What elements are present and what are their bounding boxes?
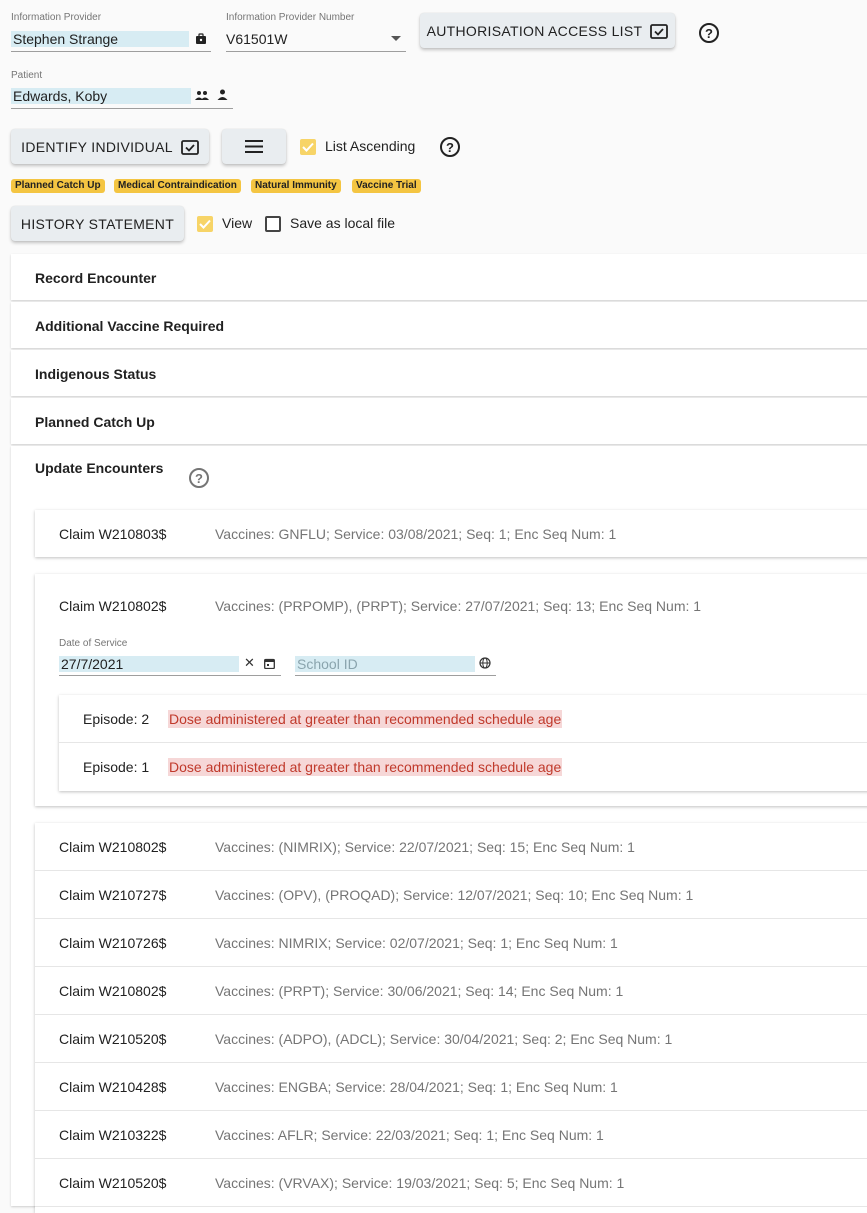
identify-individual-button[interactable]: IDENTIFY INDIVIDUAL [11, 129, 209, 164]
episode-row: Episode: 1 Dose administered at greater … [59, 743, 867, 791]
list-ascending-checkbox[interactable] [300, 139, 316, 155]
claim-row[interactable]: Claim W210428$ Vaccines: ENGBA; Service:… [35, 1063, 867, 1111]
panel-title[interactable]: Update Encounters [35, 460, 163, 476]
date-of-service-field[interactable]: 27/7/2021 ✕ [59, 653, 281, 676]
episode-list: Episode: 2 Dose administered at greater … [59, 695, 867, 791]
claim-row[interactable]: Claim W210802$ Vaccines: (NIMRIX); Servi… [35, 823, 867, 871]
provider-label: Information Provider [11, 12, 102, 23]
save-local-checkbox[interactable] [265, 216, 281, 232]
episode-label: Episode: 1 [83, 759, 150, 775]
claim-description: Vaccines: NIMRIX; Service: 02/07/2021; S… [215, 935, 618, 951]
provider-field[interactable]: Stephen Strange [11, 28, 211, 52]
history-statement-button[interactable]: HISTORY STATEMENT [11, 206, 184, 241]
date-of-service-value: 27/7/2021 [59, 656, 239, 672]
dropdown-arrow-icon[interactable] [391, 36, 401, 42]
group-icon[interactable] [195, 90, 209, 100]
panel-additional-vaccine[interactable]: Additional Vaccine Required [11, 302, 867, 348]
calendar-icon[interactable] [264, 658, 275, 669]
provider-value: Stephen Strange [11, 31, 189, 47]
authorisation-access-list-button[interactable]: AUTHORISATION ACCESS LIST [420, 13, 675, 48]
list-ascending-label: List Ascending [325, 138, 416, 154]
episode-label: Episode: 2 [83, 711, 150, 727]
claim-id: Claim W210727$ [59, 887, 167, 903]
claim-card-expanded: Claim W210802$ Vaccines: (PRPOMP), (PRPT… [35, 574, 867, 806]
claim-description: Vaccines: AFLR; Service: 22/03/2021; Seq… [215, 1127, 604, 1143]
check-icon [199, 219, 211, 229]
claim-id: Claim W210520$ [59, 1175, 167, 1191]
claim-card[interactable]: Claim W210803$ Vaccines: GNFLU; Service:… [35, 510, 867, 557]
panel-indigenous-status[interactable]: Indigenous Status [11, 350, 867, 396]
claim-row[interactable]: Claim W210726$ Vaccines: NIMRIX; Service… [35, 919, 867, 967]
claim-description: Vaccines: (PRPT); Service: 30/06/2021; S… [215, 983, 624, 999]
claim-id: Claim W210322$ [59, 1127, 167, 1143]
globe-icon[interactable] [479, 657, 491, 669]
school-id-placeholder: School ID [295, 656, 475, 672]
claim-row[interactable]: Claim W210520$ Vaccines: (ADPO), (ADCL);… [35, 1015, 867, 1063]
claim-description: Vaccines: ENGBA; Service: 28/04/2021; Se… [215, 1079, 618, 1095]
menu-button[interactable] [222, 129, 286, 164]
claim-id[interactable]: Claim W210802$ [59, 598, 166, 614]
panel-planned-catch-up[interactable]: Planned Catch Up [11, 398, 867, 444]
view-checkbox[interactable] [197, 216, 213, 232]
claim-id: Claim W210802$ [59, 983, 167, 999]
tag-medical-contraindication: Medical Contraindication [114, 179, 241, 193]
history-statement-label: HISTORY STATEMENT [20, 215, 175, 232]
patient-value: Edwards, Koby [11, 88, 191, 104]
calendar-check-icon [180, 139, 199, 155]
provider-number-value: V61501W [226, 31, 288, 47]
save-local-label: Save as local file [290, 215, 396, 231]
briefcase-icon[interactable] [195, 33, 207, 45]
tag-vaccine-trial: Vaccine Trial [352, 179, 421, 193]
claim-description: Vaccines: GNFLU; Service: 03/08/2021; Se… [215, 526, 617, 542]
provider-number-select[interactable]: V61501W [226, 28, 406, 52]
authorisation-access-list-label: AUTHORISATION ACCESS LIST [426, 22, 643, 39]
school-id-field[interactable]: School ID [295, 653, 496, 676]
person-icon[interactable] [217, 89, 228, 100]
patient-field[interactable]: Edwards, Koby [11, 85, 233, 109]
panel-title: Record Encounter [35, 270, 157, 286]
panel-title: Additional Vaccine Required [35, 318, 225, 334]
help-icon[interactable]: ? [440, 137, 460, 157]
check-icon [302, 142, 314, 152]
claim-id: Claim W210726$ [59, 935, 167, 951]
provider-number-label: Information Provider Number [226, 12, 355, 23]
claim-description: Vaccines: (PRPOMP), (PRPT); Service: 27/… [215, 598, 702, 614]
claim-description: Vaccines: (NIMRIX); Service: 22/07/2021;… [215, 839, 635, 855]
claim-id: Claim W210802$ [59, 839, 167, 855]
claim-description: Vaccines: (VRVAX); Service: 19/03/2021; … [215, 1175, 625, 1191]
claim-row[interactable]: Claim W210322$ Vaccines: AFLR; Service: … [35, 1111, 867, 1159]
claim-row[interactable]: Claim W210727$ Vaccines: (OPV), (PROQAD)… [35, 871, 867, 919]
claim-description: Vaccines: (OPV), (PROQAD); Service: 12/0… [215, 887, 694, 903]
help-icon[interactable]: ? [699, 23, 719, 43]
tag-natural-immunity: Natural Immunity [251, 179, 341, 193]
claim-description: Vaccines: (ADPO), (ADCL); Service: 30/04… [215, 1031, 673, 1047]
help-icon[interactable]: ? [189, 468, 209, 488]
panel-record-encounter[interactable]: Record Encounter [11, 254, 867, 300]
panel-title: Indigenous Status [35, 366, 157, 382]
claim-id: Claim W210428$ [59, 1079, 167, 1095]
patient-label: Patient [11, 70, 43, 81]
episode-message: Dose administered at greater than recomm… [168, 710, 563, 728]
clear-icon[interactable]: ✕ [244, 655, 255, 671]
episode-row: Episode: 2 Dose administered at greater … [59, 695, 867, 743]
tag-planned-catch-up: Planned Catch Up [11, 179, 105, 193]
claim-row[interactable]: Claim W210802$ Vaccines: (PRPT); Service… [35, 967, 867, 1015]
date-of-service-label: Date of Service [59, 638, 128, 649]
episode-message: Dose administered at greater than recomm… [168, 758, 563, 776]
calendar-check-icon [650, 23, 669, 39]
panel-title: Planned Catch Up [35, 414, 155, 430]
claims-list: Claim W210802$ Vaccines: (NIMRIX); Servi… [35, 823, 867, 1213]
claim-id: Claim W210520$ [59, 1031, 167, 1047]
claim-id: Claim W210803$ [59, 526, 167, 542]
view-label: View [222, 215, 253, 231]
identify-individual-label: IDENTIFY INDIVIDUAL [21, 138, 173, 155]
menu-icon [245, 140, 263, 153]
